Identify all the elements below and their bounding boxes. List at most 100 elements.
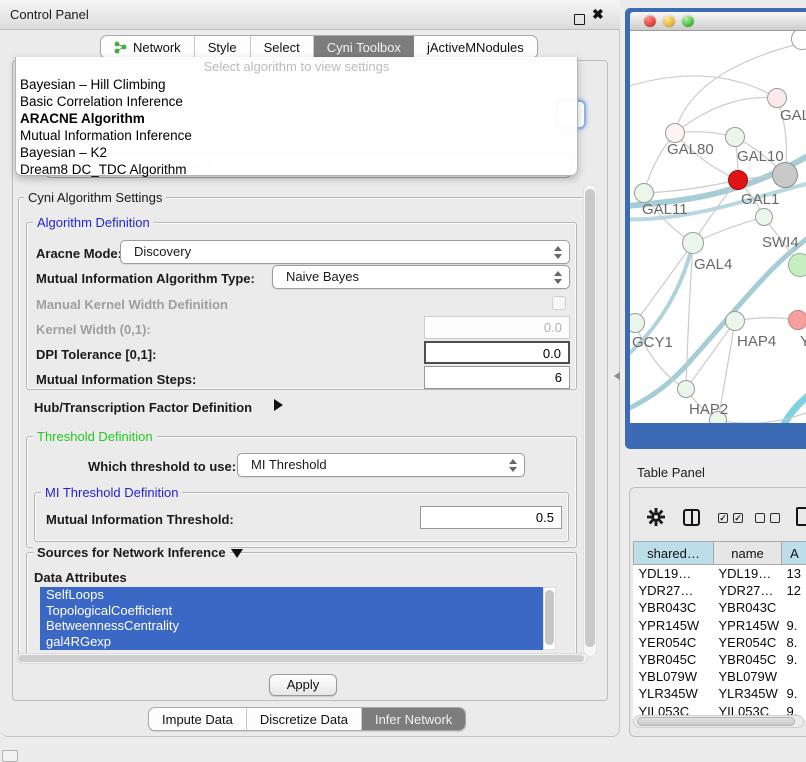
settings-hscrollbar-thumb[interactable] (18, 655, 584, 662)
cell[interactable]: YDR27… (714, 582, 782, 599)
column-header-partial[interactable]: A (782, 542, 806, 565)
table-row[interactable]: YBR045CYBR045C9. (634, 651, 806, 668)
network-node[interactable] (677, 380, 695, 398)
column-header-shared-name[interactable]: shared… (634, 542, 714, 565)
cell[interactable]: YLR345W (714, 685, 782, 702)
cell[interactable] (782, 668, 806, 685)
gear-icon[interactable] (647, 508, 665, 526)
tab-network[interactable]: Network (101, 36, 195, 58)
algorithm-option[interactable]: Bayesian – Hill Climbing (16, 76, 577, 93)
network-node[interactable] (788, 310, 806, 330)
network-node[interactable] (772, 162, 798, 188)
cell[interactable]: 9. (782, 651, 806, 668)
tab-infer-network[interactable]: Infer Network (362, 708, 465, 730)
tab-select[interactable]: Select (251, 36, 314, 58)
table-row[interactable]: YER054CYER054C8. (634, 634, 806, 651)
list-item[interactable]: SelfLoops (40, 587, 556, 603)
dpi-tolerance-field[interactable]: 0.0 (424, 341, 570, 364)
mi-algorithm-type-combo[interactable]: Naive Bayes (272, 265, 570, 289)
which-threshold-combo[interactable]: MI Threshold (237, 453, 525, 477)
list-item[interactable]: BetweennessCentrality (40, 618, 556, 634)
float-window-icon[interactable] (574, 14, 585, 25)
algorithm-option[interactable]: Mutual Information Inference (16, 127, 577, 144)
cell[interactable]: YPR145W (634, 617, 714, 634)
network-node[interactable] (728, 170, 748, 190)
cell[interactable] (782, 599, 806, 616)
network-node[interactable] (788, 253, 806, 277)
apply-button[interactable]: Apply (269, 674, 337, 696)
cell[interactable]: YBL079W (714, 668, 782, 685)
cell[interactable]: YBR045C (634, 651, 714, 668)
checkbox-checked-icon[interactable]: ✓ (718, 513, 728, 523)
cell[interactable]: YBR045C (714, 651, 782, 668)
network-node[interactable] (725, 127, 745, 147)
table-row[interactable]: YDL19…YDL19…13 (634, 565, 806, 583)
table-header-row: shared… name A (634, 542, 806, 565)
network-node[interactable] (682, 232, 704, 254)
cell[interactable]: 8. (782, 634, 806, 651)
network-node[interactable] (634, 183, 654, 203)
network-node[interactable] (725, 311, 745, 331)
table-row[interactable]: YLR345WYLR345W9. (634, 685, 806, 702)
data-attributes-list[interactable]: SelfLoops TopologicalCoefficient Between… (40, 587, 556, 650)
mi-steps-field[interactable]: 6 (424, 366, 570, 389)
algorithm-option-selected[interactable]: ARACNE Algorithm (16, 110, 577, 127)
close-traffic-light-icon[interactable] (644, 15, 656, 27)
cell[interactable]: YBR043C (634, 599, 714, 616)
cell[interactable]: YDL19… (714, 565, 782, 583)
algorithm-option[interactable]: Basic Correlation Inference (16, 93, 577, 110)
list-scrollbar-thumb[interactable] (545, 590, 554, 645)
tab-impute-data[interactable]: Impute Data (149, 708, 247, 730)
checkbox-unchecked-icon[interactable] (770, 513, 780, 523)
kernel-width-field[interactable]: 0.0 (424, 316, 570, 339)
cell[interactable]: 12 (782, 582, 806, 599)
cell[interactable]: YER054C (634, 634, 714, 651)
algorithm-option[interactable]: Dream8 DC_TDC Algorithm (16, 161, 577, 178)
tab-cyni-toolbox[interactable]: Cyni Toolbox (314, 36, 414, 58)
network-node[interactable] (767, 88, 787, 108)
table-row[interactable]: YBR043CYBR043C (634, 599, 806, 616)
network-node[interactable] (665, 123, 685, 143)
cell[interactable]: 9. (782, 685, 806, 702)
tab-jactivemnodules[interactable]: jActiveMNodules (414, 36, 537, 58)
settings-vscrollbar-thumb[interactable] (585, 189, 595, 647)
minimize-traffic-light-icon[interactable] (663, 15, 675, 27)
minimized-palette-icon[interactable] (2, 750, 18, 762)
table-hscrollbar-thumb[interactable] (637, 717, 795, 726)
cell[interactable]: YPR145W (714, 617, 782, 634)
checkbox-unchecked-icon[interactable] (755, 513, 765, 523)
algorithm-option[interactable]: Bayesian – K2 (16, 144, 577, 161)
manual-kernel-width-checkbox[interactable] (552, 296, 566, 310)
tab-style[interactable]: Style (195, 36, 251, 58)
cell[interactable]: 13 (782, 565, 806, 583)
close-icon[interactable]: ✖ (592, 6, 604, 23)
expand-arrow-icon[interactable] (231, 549, 243, 558)
cell[interactable]: YBR043C (714, 599, 782, 616)
cell[interactable]: 9. (782, 617, 806, 634)
zoom-traffic-light-icon[interactable] (682, 15, 694, 27)
table-row[interactable]: YBL079WYBL079W (634, 668, 806, 685)
list-item[interactable]: gal4RGexp (40, 634, 556, 650)
network-window-titlebar[interactable] (630, 12, 806, 31)
aracne-mode-combo[interactable]: Discovery (120, 240, 570, 264)
cell[interactable]: YER054C (714, 634, 782, 651)
cell[interactable]: YLR345W (634, 685, 714, 702)
cell[interactable]: YBL079W (634, 668, 714, 685)
network-view-window[interactable]: GAL GAL80 GAL10 GAL1 GAL11 SWI4 GAL4 GCY… (625, 8, 806, 449)
splitter-handle-icon[interactable] (614, 372, 620, 380)
table-row[interactable]: YPR145WYPR145W9. (634, 617, 806, 634)
mi-threshold-field[interactable]: 0.5 (420, 506, 562, 529)
checkbox-checked-icon[interactable]: ✓ (733, 513, 743, 523)
list-item[interactable]: TopologicalCoefficient (40, 603, 556, 619)
cell[interactable]: YDL19… (634, 565, 714, 583)
network-canvas[interactable]: GAL GAL80 GAL10 GAL1 GAL11 SWI4 GAL4 GCY… (630, 31, 806, 423)
network-node[interactable] (755, 208, 773, 226)
collapse-arrow-icon[interactable] (274, 399, 283, 411)
tab-discretize-data[interactable]: Discretize Data (247, 708, 362, 730)
columns-icon[interactable] (683, 509, 700, 526)
column-header-name[interactable]: name (714, 542, 782, 565)
cell[interactable]: YDR27… (634, 582, 714, 599)
table-row[interactable]: YDR27…YDR27…12 (634, 582, 806, 599)
tab-impute-data-label: Impute Data (162, 712, 233, 727)
file-icon[interactable] (796, 507, 806, 526)
